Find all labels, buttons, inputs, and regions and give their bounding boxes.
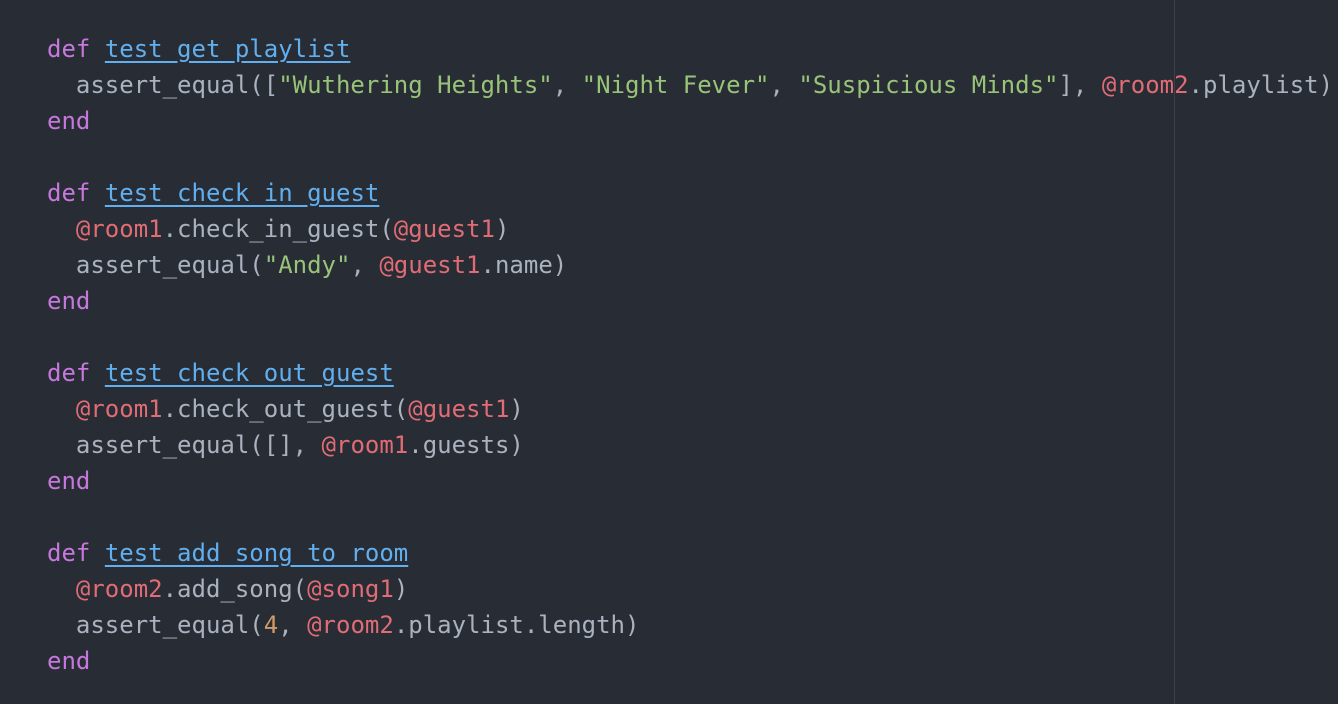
string-token: "Night Fever" xyxy=(581,71,770,99)
code-text-token: .check_in_guest( xyxy=(162,215,394,243)
keyword-token: end xyxy=(47,287,91,315)
code-text-token: .guests) xyxy=(408,431,524,459)
code-text-token: .check_out_guest( xyxy=(162,395,409,423)
keyword-token: end xyxy=(47,107,91,135)
code-line[interactable]: def test_get_playlist xyxy=(47,31,1333,67)
code-text-token: assert_equal([], xyxy=(47,431,322,459)
keyword-token: end xyxy=(47,647,91,675)
instance-variable-token: @room1 xyxy=(321,431,409,459)
code-editor[interactable]: def test_get_playlist assert_equal(["Wut… xyxy=(0,0,1338,704)
code-line[interactable] xyxy=(47,319,1333,355)
code-text-token: .add_song( xyxy=(162,575,308,603)
code-line[interactable]: @room1.check_out_guest(@guest1) xyxy=(47,391,1333,427)
keyword-token: def xyxy=(47,539,91,567)
code-text-token: assert_equal( xyxy=(47,611,264,639)
code-line[interactable] xyxy=(47,499,1333,535)
instance-variable-token: @room2 xyxy=(307,611,394,639)
number-token: 4 xyxy=(263,611,279,639)
code-text-token: .playlist.length) xyxy=(393,611,640,639)
code-line[interactable] xyxy=(47,139,1333,175)
keyword-token: def xyxy=(47,179,91,207)
function-name-token: test_get_playlist xyxy=(104,35,351,63)
code-text-token: .playlist) xyxy=(1188,71,1334,99)
instance-variable-token: @guest1 xyxy=(408,395,510,423)
code-line[interactable]: def test_check_in_guest xyxy=(47,175,1333,211)
instance-variable-token: @room2 xyxy=(1101,71,1189,99)
code-line[interactable]: end xyxy=(47,643,1333,679)
code-line[interactable]: assert_equal([], @room1.guests) xyxy=(47,427,1333,463)
code-line[interactable]: @room2.add_song(@song1) xyxy=(47,571,1333,607)
instance-variable-token: @song1 xyxy=(307,575,394,603)
function-name-token: test_check_out_guest xyxy=(104,359,394,387)
instance-variable-token: @room1 xyxy=(75,215,163,243)
code-text-token: , xyxy=(769,71,799,99)
keyword-token: end xyxy=(47,467,91,495)
instance-variable-token: @room2 xyxy=(75,575,163,603)
code-text-token: assert_equal([ xyxy=(47,71,279,99)
code-line[interactable]: assert_equal("Andy", @guest1.name) xyxy=(47,247,1333,283)
string-token: "Suspicious Minds" xyxy=(798,71,1059,99)
code-text-token: ) xyxy=(494,215,510,243)
code-area[interactable]: def test_get_playlist assert_equal(["Wut… xyxy=(47,31,1333,679)
instance-variable-token: @room1 xyxy=(75,395,163,423)
string-token: "Andy" xyxy=(263,251,351,279)
instance-variable-token: @guest1 xyxy=(393,215,495,243)
code-text-token: , xyxy=(552,71,582,99)
code-line[interactable]: def test_add_song_to_room xyxy=(47,535,1333,571)
string-token: "Wuthering Heights" xyxy=(278,71,553,99)
function-name-token: test_check_in_guest xyxy=(104,179,380,207)
keyword-token: def xyxy=(47,35,91,63)
code-text-token: assert_equal( xyxy=(47,251,264,279)
code-text-token: ) xyxy=(509,395,524,423)
code-line[interactable]: def test_check_out_guest xyxy=(47,355,1333,391)
code-text-token: .name) xyxy=(480,251,568,279)
code-text-token: , xyxy=(350,251,380,279)
code-text-token: ], xyxy=(1058,71,1102,99)
code-line[interactable]: end xyxy=(47,283,1333,319)
code-line[interactable]: end xyxy=(47,103,1333,139)
code-line[interactable]: @room1.check_in_guest(@guest1) xyxy=(47,211,1333,247)
instance-variable-token: @guest1 xyxy=(379,251,481,279)
code-text-token: ) xyxy=(393,575,409,603)
keyword-token: def xyxy=(47,359,91,387)
code-line[interactable]: assert_equal(["Wuthering Heights", "Nigh… xyxy=(47,67,1333,103)
code-line[interactable]: end xyxy=(47,463,1333,499)
code-text-token: , xyxy=(278,611,308,639)
code-line[interactable]: assert_equal(4, @room2.playlist.length) xyxy=(47,607,1333,643)
function-name-token: test_add_song_to_room xyxy=(104,539,409,567)
